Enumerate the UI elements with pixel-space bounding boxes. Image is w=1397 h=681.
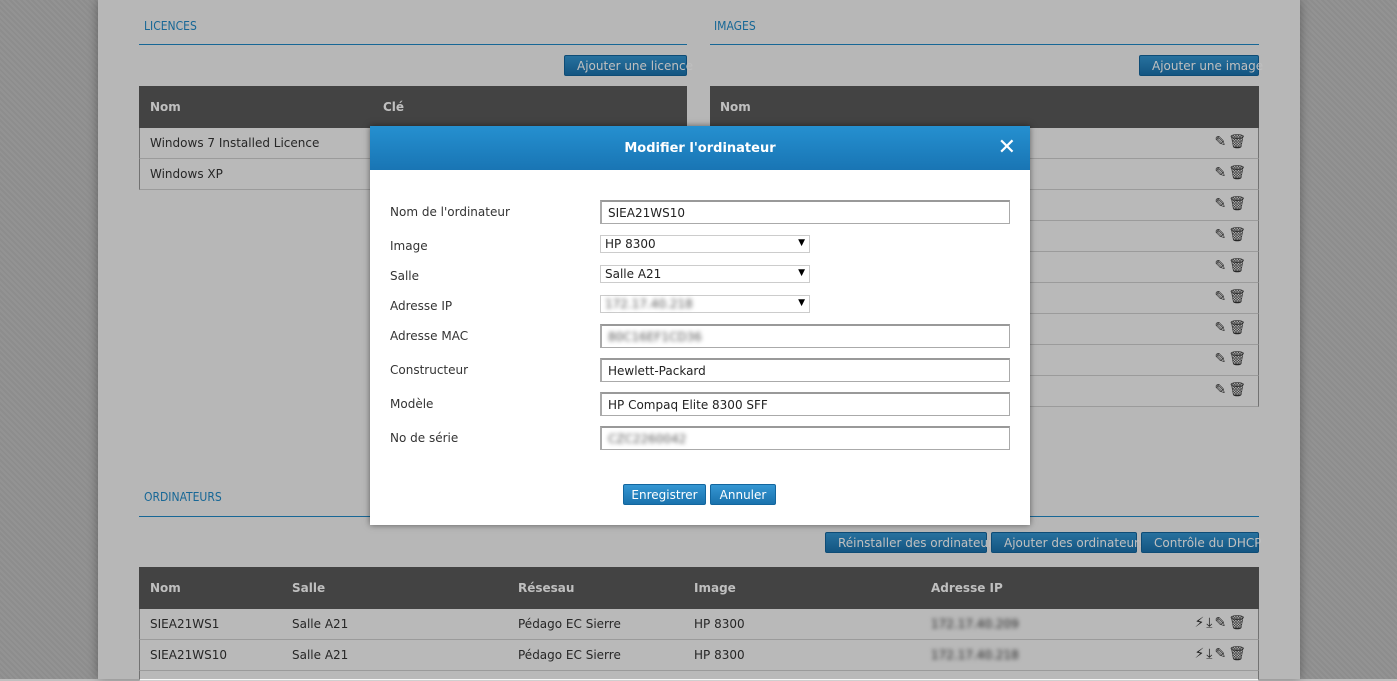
mac-value: 80C16EF1CD36	[608, 330, 702, 344]
save-button[interactable]: Enregistrer	[623, 484, 706, 505]
salle-label: Salle	[390, 269, 420, 283]
mac-label: Adresse MAC	[390, 329, 469, 343]
image-label: Image	[390, 239, 428, 253]
modele-input[interactable]: HP Compaq Elite 8300 SFF	[600, 392, 1010, 416]
chevron-down-icon: ▼	[798, 268, 805, 278]
close-icon[interactable]: ✕	[998, 135, 1016, 160]
ip-select[interactable]: 172.17.40.218 ▼	[600, 295, 810, 313]
image-select[interactable]: HP 8300 ▼	[600, 235, 810, 253]
salle-select-value: Salle A21	[605, 267, 662, 281]
nom-label: Nom de l'ordinateur	[390, 205, 510, 219]
cancel-button[interactable]: Annuler	[710, 484, 776, 505]
serie-input[interactable]: CZC2260042	[600, 426, 1010, 450]
modele-label: Modèle	[390, 397, 434, 411]
constructeur-input[interactable]: Hewlett-Packard	[600, 358, 1010, 382]
constructeur-label: Constructeur	[390, 363, 469, 377]
ip-label: Adresse IP	[390, 299, 453, 313]
ip-select-value: 172.17.40.218	[605, 297, 693, 311]
edit-computer-modal: Modifier l'ordinateur ✕ Nom de l'ordinat…	[370, 126, 1030, 525]
mac-input[interactable]: 80C16EF1CD36	[600, 324, 1010, 348]
serie-label: No de série	[390, 431, 459, 445]
nom-input[interactable]: SIEA21WS10	[600, 200, 1010, 224]
modal-title: Modifier l'ordinateur	[624, 141, 776, 156]
serie-value: CZC2260042	[608, 432, 687, 446]
image-select-value: HP 8300	[605, 237, 656, 251]
chevron-down-icon: ▼	[798, 298, 805, 308]
modal-header: Modifier l'ordinateur ✕	[370, 126, 1030, 170]
salle-select[interactable]: Salle A21 ▼	[600, 265, 810, 283]
chevron-down-icon: ▼	[798, 238, 805, 248]
